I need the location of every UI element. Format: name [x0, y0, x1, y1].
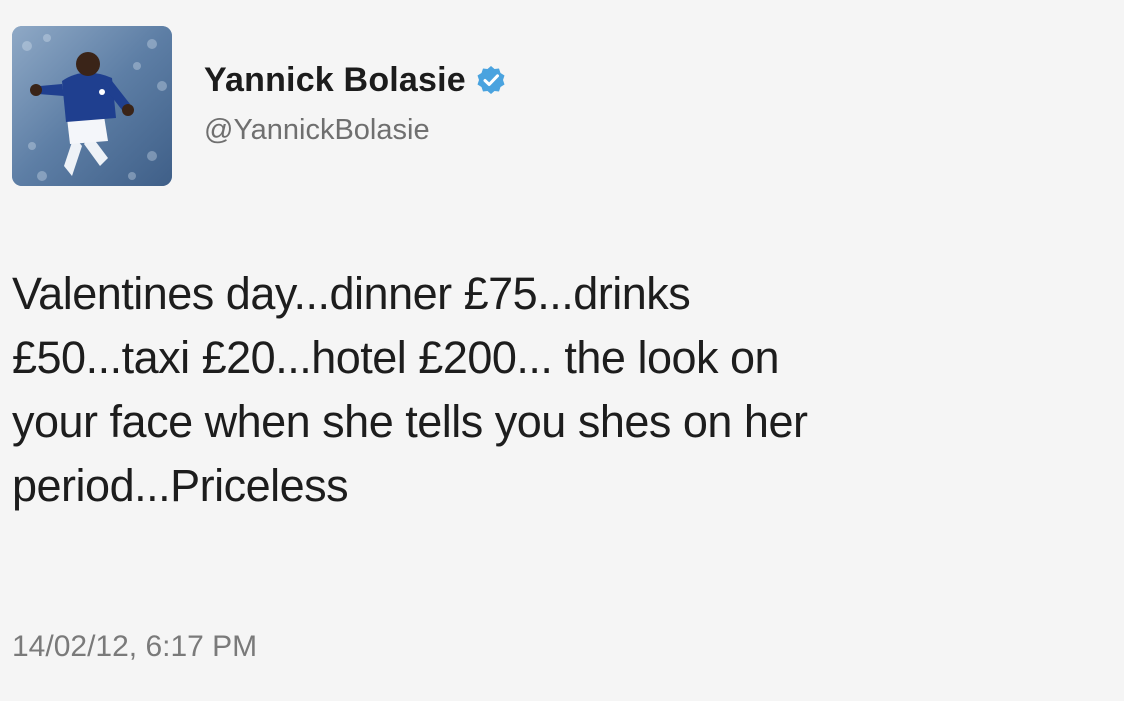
author-avatar[interactable] [12, 26, 172, 186]
tweet-timestamp[interactable]: 14/02/12, 6:17 PM [12, 630, 257, 664]
author-display-name[interactable]: Yannick Bolasie [204, 61, 466, 100]
profile-photo [12, 26, 172, 186]
verified-badge-icon [476, 65, 506, 95]
tweet-text-line: your face when she tells you shes on her [12, 396, 808, 447]
tweet-text-line: £50...taxi £20...hotel £200... the look … [12, 332, 780, 383]
tweet-body: Valentines day...dinner £75...drinks £50… [12, 262, 1112, 518]
tweet-text-line: Valentines day...dinner £75...drinks [12, 268, 691, 319]
author-name-row[interactable]: Yannick Bolasie [204, 60, 506, 100]
tweet-text-line: period...Priceless [12, 460, 349, 511]
author-handle[interactable]: @YannickBolasie [204, 114, 430, 147]
tweet-card: Yannick Bolasie @YannickBolasie Valentin… [0, 0, 1124, 701]
